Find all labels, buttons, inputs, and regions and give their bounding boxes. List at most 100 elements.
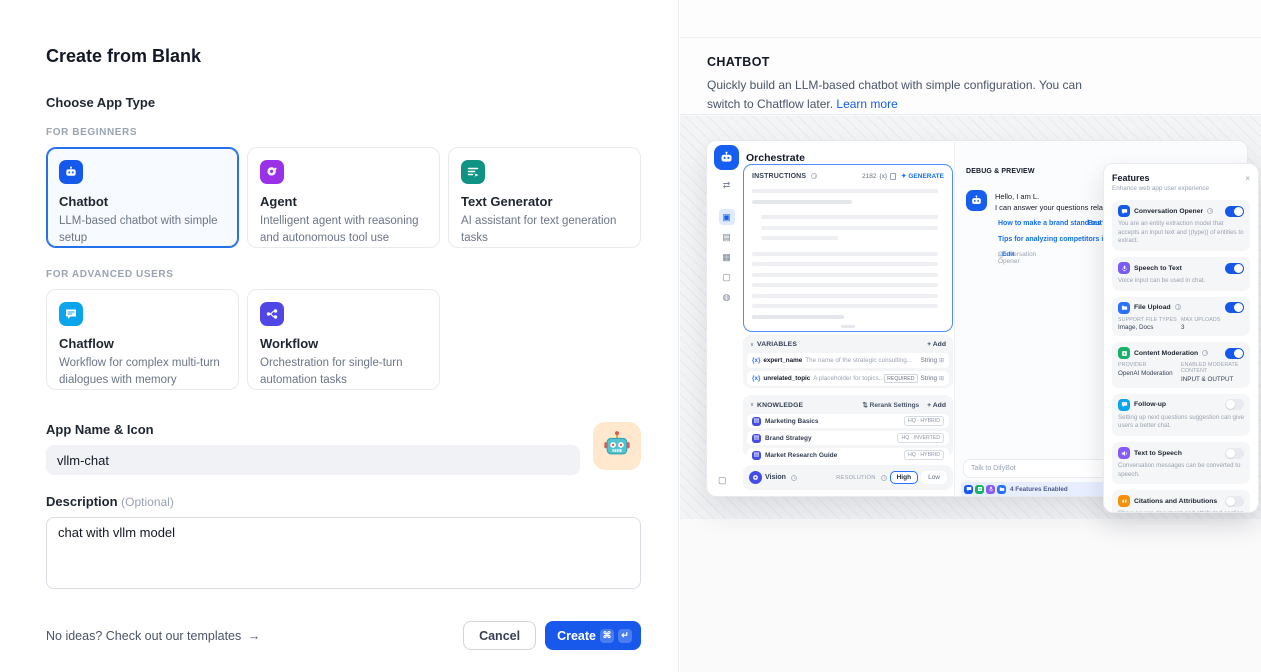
feature-file-upload: File Upload SUPPORT FILE TYPESImage, Doc… (1112, 297, 1250, 337)
feature-content-moderation: Content Moderation PROVIDEROpenAI Modera… (1112, 342, 1250, 388)
advanced-app-types: Chatflow Workflow for complex multi-turn… (46, 289, 641, 390)
feature-toggle[interactable] (1225, 399, 1244, 410)
feature-toggle[interactable] (1225, 263, 1244, 274)
feature-field-value: 3 (1181, 324, 1244, 331)
feature-field-label: ENABLED MODERATE CONTENT (1181, 362, 1244, 374)
card-title: Agent (260, 194, 427, 209)
character-count: 2182 (862, 173, 876, 180)
rerank-settings-button[interactable]: ⇅ Rerank Settings (862, 401, 919, 409)
dataset-name: Marketing Basics (765, 418, 904, 425)
app-type-agent-card[interactable]: Agent Intelligent agent with reasoning a… (247, 147, 440, 248)
feature-description: Conversation messages can be converted t… (1118, 462, 1244, 479)
app-type-chatbot-card[interactable]: Chatbot LLM-based chatbot with simple se… (46, 147, 239, 248)
dataset-badge: HQ · INVERTED (897, 433, 944, 443)
enter-key-icon: ↵ (618, 629, 632, 643)
dataset-icon: ▤ (752, 417, 761, 426)
feature-name: Conversation Opener (1134, 208, 1221, 215)
text-to-speech-icon (1118, 447, 1130, 459)
feature-field-value: OpenAI Moderation (1118, 370, 1181, 377)
orchestrate-nav-icon[interactable]: ▣ (719, 209, 735, 225)
dataset-icon: ▤ (752, 451, 761, 460)
feature-name: File Upload (1134, 304, 1221, 311)
knowledge-row[interactable]: ▤ Brand Strategy HQ · INVERTED (747, 431, 949, 445)
collapse-panel-icon[interactable]: ▢ (718, 475, 727, 486)
knowledge-row[interactable]: ▤ Market Research Guide HQ · HYBRID (747, 448, 949, 462)
feature-conversation-opener: Conversation Opener You are an entity ex… (1112, 200, 1250, 251)
description-label-text: Description (46, 494, 118, 509)
create-button[interactable]: Create ⌘ ↵ (545, 621, 641, 650)
variable-row[interactable]: {x} unrelated_topic A placeholder for to… (747, 371, 949, 386)
app-type-text-generator-card[interactable]: Text Generator AI assistant for text gen… (448, 147, 641, 248)
chatbot-icon (59, 160, 83, 184)
card-title: Chatbot (59, 194, 226, 209)
feature-toggle[interactable] (1225, 206, 1244, 217)
dataset-icon: ▤ (752, 434, 761, 443)
feature-text-to-speech: Text to Speech Conversation messages can… (1112, 442, 1250, 484)
vision-panel: Vision RESOLUTION High Low (743, 465, 953, 490)
description-textarea[interactable]: chat with vllm model (46, 517, 641, 589)
create-app-modal: Create from Blank Choose App Type FOR BE… (0, 0, 679, 672)
resolution-low-button[interactable]: Low (921, 471, 947, 484)
variable-settings-icon[interactable]: ⊞ (939, 357, 944, 364)
variable-settings-icon[interactable]: ⊞ (939, 375, 944, 382)
add-knowledge-button[interactable]: + Add (927, 402, 946, 409)
rerank-label: Rerank Settings (870, 402, 920, 409)
app-name-section: App Name & Icon (46, 422, 641, 475)
add-variable-button[interactable]: + Add (927, 341, 946, 348)
card-desc: Orchestration for single-turn automation… (260, 355, 427, 388)
chevron-down-icon[interactable]: ∨ (750, 402, 754, 408)
chatflow-icon (59, 302, 83, 326)
image-nav-icon[interactable]: ▤ (719, 229, 735, 245)
knowledge-title: KNOWLEDGE (757, 402, 803, 409)
variable-row[interactable]: {x} expert_name The name of the strategi… (747, 353, 949, 368)
variable-insert-icon[interactable]: {x} (880, 173, 888, 180)
feature-description: You are an entity extraction model that … (1118, 220, 1244, 246)
dataset-badge: HQ · HYBRID (904, 416, 944, 426)
app-type-workflow-card[interactable]: Workflow Orchestration for single-turn a… (247, 289, 440, 390)
feature-toggle[interactable] (1225, 448, 1244, 459)
globe-nav-icon[interactable]: ◍ (719, 289, 735, 305)
info-title: CHATBOT (707, 55, 1261, 69)
suggested-question[interactable]: Bes (1088, 220, 1101, 227)
document-nav-icon[interactable]: ▦ (719, 249, 735, 265)
resolution-high-button[interactable]: High (890, 471, 918, 484)
app-name-input[interactable] (46, 445, 580, 475)
copy-icon[interactable] (890, 173, 896, 180)
resolution-label: RESOLUTION (836, 475, 875, 481)
citations-icon (1118, 495, 1130, 507)
chatbot-info-section: CHATBOT Quickly build an LLM-based chatb… (680, 38, 1261, 115)
generate-label: GENERATE (908, 173, 944, 180)
feature-name-text: File Upload (1134, 304, 1171, 311)
swap-icon[interactable]: ⇄ (719, 177, 735, 193)
info-icon (791, 475, 797, 481)
file-mini-icon (997, 485, 1006, 494)
templates-link[interactable]: No ideas? Check out our templates → (46, 629, 260, 643)
feature-follow-up: Follow-up Setting up next questions sugg… (1112, 394, 1250, 436)
learn-more-link[interactable]: Learn more (836, 97, 897, 111)
agent-icon (260, 160, 284, 184)
resize-handle[interactable] (841, 325, 855, 328)
card-title: Text Generator (461, 194, 628, 209)
feature-speech-to-text: Speech to Text Voice input can be used i… (1112, 257, 1250, 291)
for-beginners-label: FOR BEGINNERS (46, 127, 678, 138)
card-desc: LLM-based chatbot with simple setup (59, 213, 226, 246)
close-icon[interactable]: × (1245, 174, 1250, 183)
for-advanced-users-label: FOR ADVANCED USERS (46, 269, 678, 280)
chevron-down-icon[interactable]: ∨ (750, 342, 754, 348)
description-label: Description (Optional) (46, 494, 678, 509)
feature-toggle[interactable] (1225, 496, 1244, 507)
note-nav-icon[interactable]: ▢ (719, 269, 735, 285)
vision-icon (749, 471, 762, 484)
debug-preview-title: DEBUG & PREVIEW (966, 168, 1035, 175)
feature-name: Follow-up (1134, 401, 1221, 408)
cmd-key-icon: ⌘ (600, 629, 614, 643)
edit-opener-link[interactable]: Edit (1002, 251, 1014, 258)
app-type-chatflow-card[interactable]: Chatflow Workflow for complex multi-turn… (46, 289, 239, 390)
feature-toggle[interactable] (1225, 302, 1244, 313)
knowledge-row[interactable]: ▤ Marketing Basics HQ · HYBRID (747, 414, 949, 428)
feature-toggle[interactable] (1225, 348, 1244, 359)
generate-button[interactable]: ✦ GENERATE (901, 172, 944, 180)
dataset-name: Market Research Guide (765, 452, 904, 459)
app-icon-picker[interactable] (593, 422, 641, 470)
cancel-button[interactable]: Cancel (463, 621, 536, 650)
